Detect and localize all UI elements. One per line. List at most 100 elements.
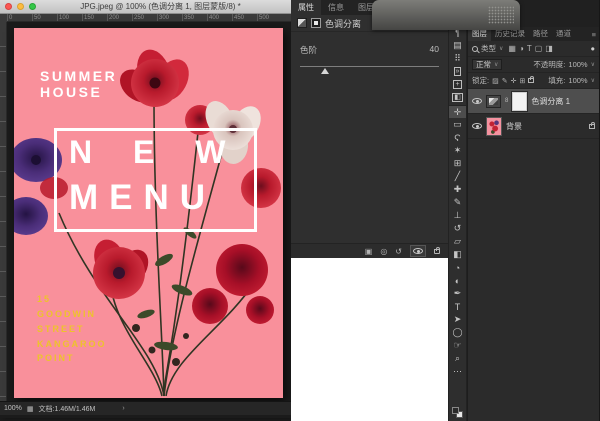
caret-down-icon[interactable]: ∨ xyxy=(499,45,503,52)
ruler-label: 500 xyxy=(257,14,282,21)
lock-transparency-icon[interactable]: ▨ xyxy=(492,77,499,85)
panel-menu-icon[interactable]: ≡ xyxy=(592,30,599,39)
add-panel-icon[interactable]: + xyxy=(449,78,466,91)
filter-adjustment-icon[interactable]: ◑ xyxy=(519,44,524,53)
minimize-button[interactable] xyxy=(17,3,24,10)
adjustment-layer-icon xyxy=(297,18,307,28)
type-tool[interactable]: T xyxy=(449,300,466,313)
blend-mode-select[interactable]: 正常 ∨ xyxy=(472,59,503,70)
clip-to-layer-icon[interactable]: ▣ xyxy=(365,247,373,256)
adjustment-thumbnail[interactable] xyxy=(486,94,501,108)
foreground-color-swatch[interactable] xyxy=(452,407,459,414)
filter-type-label[interactable]: 类型 xyxy=(481,43,496,54)
levels-slider[interactable] xyxy=(300,66,439,76)
delete-adjustment-icon[interactable] xyxy=(434,246,440,256)
document-title: JPG.jpeg @ 100% (色调分离 1, 图层蒙版/8) * xyxy=(80,2,241,11)
poster-address-line: POINT xyxy=(37,353,75,364)
eye-icon[interactable] xyxy=(472,122,482,130)
path-select-tool[interactable]: ➤ xyxy=(449,313,466,326)
ruler-label: 150 xyxy=(82,14,107,21)
poster-title-menu: MENU xyxy=(69,178,217,217)
poster-canvas[interactable]: SUMMER HOUSE N E W MENU 15 GOODWIN STREET K… xyxy=(14,28,283,398)
marquee-tool[interactable]: ▭ xyxy=(449,118,466,131)
lock-pixels-icon[interactable]: ✎ xyxy=(502,77,508,85)
ruler-label: 0 xyxy=(7,14,32,21)
eyedropper-tool[interactable]: ╱ xyxy=(449,170,466,183)
zoom-tool[interactable]: ⌕ xyxy=(449,352,466,365)
poster-address-line: KANGAROO xyxy=(37,338,107,349)
document-titlebar[interactable]: JPG.jpeg @ 100% (色调分离 1, 图层蒙版/8) * xyxy=(0,0,291,14)
layers-tab[interactable]: 路径 xyxy=(529,27,552,41)
layer-mask-icon[interactable] xyxy=(311,18,321,28)
caret-down-icon[interactable]: ∨ xyxy=(591,61,595,68)
poster-title-new: N E W xyxy=(69,134,242,170)
ruler-corner xyxy=(0,14,7,22)
dodge-tool[interactable]: ◐ xyxy=(449,274,466,287)
eraser-tool[interactable]: ▱ xyxy=(449,235,466,248)
filter-smart-object-icon[interactable]: ◨ xyxy=(545,44,553,53)
status-popup-arrow-icon[interactable]: › xyxy=(122,405,124,412)
opacity-value[interactable]: 100% xyxy=(568,60,587,69)
layer-thumbnail[interactable] xyxy=(486,116,502,136)
tool-dock: ≡ A ¶ ▤ ⠿ » + ◧ ✛ ▭ Ϛ ✶ xyxy=(448,0,467,421)
lock-artboard-icon[interactable]: ⊞ xyxy=(519,77,525,85)
layer-mask-thumbnail[interactable] xyxy=(511,90,529,112)
zoom-window-button[interactable] xyxy=(29,3,36,10)
swatches-panel-icon[interactable]: ⠿ xyxy=(449,52,466,65)
blur-tool[interactable]: ◔ xyxy=(449,261,466,274)
lasso-tool[interactable]: Ϛ xyxy=(449,131,466,144)
layer-row-background[interactable]: 背景 xyxy=(468,114,599,139)
crop-tool[interactable]: ⊞ xyxy=(449,157,466,170)
collapse-panels-icon[interactable]: » xyxy=(449,65,466,78)
vertical-ruler xyxy=(0,22,7,401)
previous-state-icon[interactable]: ◎ xyxy=(380,247,387,256)
layers-panel: 图层 历史记录 路径 通道 ≡ 类型 ∨ ▦ ◑ T ▢ ◨ ● 正常 ∨ 不透… xyxy=(468,0,600,421)
toggle-visibility-button[interactable] xyxy=(410,245,426,257)
styles-panel-icon[interactable]: ▤ xyxy=(449,39,466,52)
history-brush-tool[interactable]: ↺ xyxy=(449,222,466,235)
reset-icon[interactable]: ↺ xyxy=(395,247,402,256)
zoom-level-field[interactable]: 100% xyxy=(4,405,22,412)
brush-tool[interactable]: ✎ xyxy=(449,196,466,209)
properties-tab[interactable]: 信息 xyxy=(321,0,351,15)
ruler-label: 450 xyxy=(232,14,257,21)
filter-toggle-icon[interactable]: ● xyxy=(590,44,595,53)
move-tool[interactable]: ✛ xyxy=(449,105,466,118)
caret-down-icon: ∨ xyxy=(494,62,499,68)
close-button[interactable] xyxy=(5,3,12,10)
properties-tab[interactable]: 属性 xyxy=(291,0,321,15)
lock-row: 锁定: ▨ ✎ ✛ ⊞ 填充: 100% ∨ xyxy=(468,73,599,89)
levels-value[interactable]: 40 xyxy=(430,44,439,56)
split-panel-icon[interactable]: ◧ xyxy=(449,91,466,104)
layer-row-posterize[interactable]: 8 色调分离 1 xyxy=(468,89,599,114)
lock-position-icon[interactable]: ✛ xyxy=(511,77,517,85)
empty-background-area xyxy=(291,258,448,421)
healing-brush-tool[interactable]: ✚ xyxy=(449,183,466,196)
poster-address-line: 15 xyxy=(37,294,52,304)
layer-name[interactable]: 背景 xyxy=(506,121,522,132)
ruler-label: 250 xyxy=(132,14,157,21)
poster-address: 15 GOODWIN STREET KANGAROO POINT xyxy=(37,292,107,366)
fill-label: 填充: xyxy=(548,76,566,85)
caret-down-icon[interactable]: ∨ xyxy=(591,77,595,84)
ruler-label: 400 xyxy=(207,14,232,21)
color-swatches[interactable] xyxy=(449,405,466,421)
hand-tool[interactable]: ☞ xyxy=(449,339,466,352)
blend-mode-row: 正常 ∨ 不透明度: 100% ∨ xyxy=(468,57,599,73)
fill-value[interactable]: 100% xyxy=(568,76,587,85)
magic-wand-tool[interactable]: ✶ xyxy=(449,144,466,157)
more-tools-icon[interactable]: ⋯ xyxy=(449,365,466,378)
ruler-label: 200 xyxy=(107,14,132,21)
lock-all-icon[interactable] xyxy=(528,76,535,83)
gradient-tool[interactable]: ◧ xyxy=(449,248,466,261)
filter-type-icon[interactable]: T xyxy=(527,44,532,53)
pen-tool[interactable]: ✒ xyxy=(449,287,466,300)
filter-pixel-icon[interactable]: ▦ xyxy=(508,44,516,53)
layer-name[interactable]: 色调分离 1 xyxy=(531,96,570,107)
clone-stamp-tool[interactable]: ⊥ xyxy=(449,209,466,222)
filter-shape-icon[interactable]: ▢ xyxy=(535,44,543,53)
eye-icon[interactable] xyxy=(472,97,482,105)
layers-tab[interactable]: 通道 xyxy=(552,27,575,41)
levels-slider-thumb[interactable] xyxy=(320,68,329,74)
shape-tool[interactable]: ◯ xyxy=(449,326,466,339)
